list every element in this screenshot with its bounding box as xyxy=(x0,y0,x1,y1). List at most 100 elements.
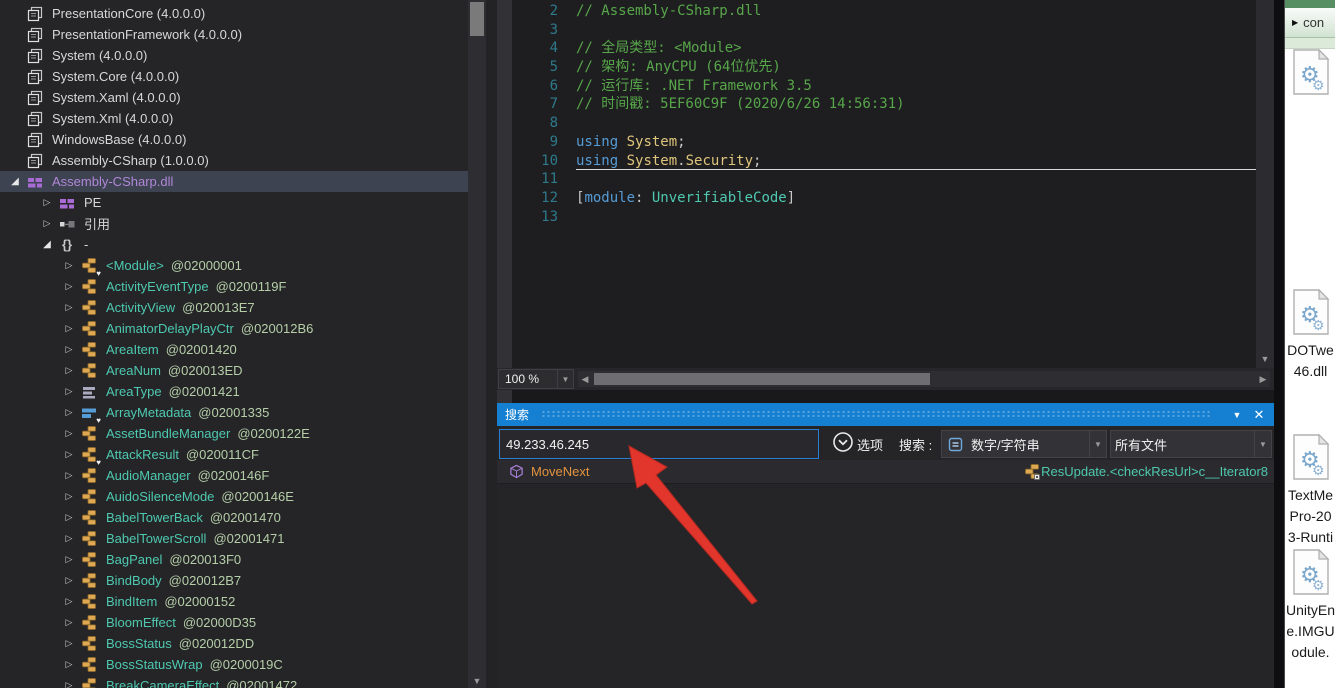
scroll-down-icon[interactable]: ▼ xyxy=(468,676,486,686)
twisty-icon[interactable]: ▷ xyxy=(58,344,80,355)
code-horizontal-scrollbar[interactable]: ◀ ▶ xyxy=(578,371,1270,387)
tree-row[interactable]: System.Xaml (4.0.0.0) xyxy=(0,87,468,108)
enum-icon xyxy=(80,384,98,400)
scrollbar-thumb[interactable] xyxy=(594,373,930,385)
tree-item-address: @0200122E xyxy=(237,426,309,441)
tree-row[interactable]: ▷ BagPanel @020013F0 xyxy=(0,549,468,570)
tree-row[interactable]: PresentationCore (4.0.0.0) xyxy=(0,3,468,24)
close-icon[interactable]: ✕ xyxy=(1248,407,1270,423)
tree-row[interactable]: ▷ BreakCameraEffect @02001472 xyxy=(0,675,468,688)
tree-row[interactable]: ▷ ActivityView @020013E7 xyxy=(0,297,468,318)
tree-item-address: @02001335 xyxy=(198,405,269,420)
twisty-icon[interactable]: ▷ xyxy=(58,407,80,418)
tree-row[interactable]: System (4.0.0.0) xyxy=(0,45,468,66)
twisty-icon[interactable]: ▷ xyxy=(58,428,80,439)
tree-row[interactable]: ▷ BindBody @020012B7 xyxy=(0,570,468,591)
twisty-icon[interactable]: ▷ xyxy=(58,554,80,565)
scroll-right-icon[interactable]: ▶ xyxy=(1256,371,1270,387)
tree-row[interactable]: PresentationFramework (4.0.0.0) xyxy=(0,24,468,45)
tree-row[interactable]: ▷ ♥ <Module> @02000001 xyxy=(0,255,468,276)
zoom-level-dropdown[interactable]: 100 % ▼ xyxy=(498,369,574,389)
tree-item-address: @020011CF xyxy=(186,447,259,462)
chevron-down-icon[interactable]: ▼ xyxy=(557,370,573,388)
tree-row[interactable]: ▷ 引用 xyxy=(0,213,468,234)
window-position-icon[interactable]: ▼ xyxy=(1226,410,1248,420)
tree-row[interactable]: ▷ AreaItem @02001420 xyxy=(0,339,468,360)
assembly-icon xyxy=(26,111,44,127)
code-vertical-scrollbar[interactable]: ▼ xyxy=(1256,0,1274,368)
twisty-icon[interactable]: ▷ xyxy=(58,596,80,607)
tree-row[interactable]: ▷ AreaNum @020013ED xyxy=(0,360,468,381)
tree-row[interactable]: ▷ ♥ AttackResult @020011CF xyxy=(0,444,468,465)
tree-row[interactable]: ▷ AreaType @02001421 xyxy=(0,381,468,402)
file-item[interactable]: ⚙⚙ UnityEne.IMGUodule. xyxy=(1285,549,1335,663)
twisty-icon[interactable]: ▷ xyxy=(36,218,58,229)
twisty-icon[interactable]: ▷ xyxy=(58,617,80,628)
file-filter-dropdown[interactable]: 所有文件 ▼ xyxy=(1110,430,1272,458)
twisty-icon[interactable]: ▷ xyxy=(58,281,80,292)
tree-row[interactable]: ▷ BindItem @02000152 xyxy=(0,591,468,612)
tree-row[interactable]: ▷ BloomEffect @02000D35 xyxy=(0,612,468,633)
tree-row[interactable]: ▷ BabelTowerBack @02001470 xyxy=(0,507,468,528)
tree-row[interactable]: System.Core (4.0.0.0) xyxy=(0,66,468,87)
twisty-icon[interactable]: ◢ xyxy=(4,176,26,187)
twisty-icon[interactable]: ▷ xyxy=(58,449,80,460)
twisty-icon[interactable]: ▷ xyxy=(36,197,58,208)
twisty-icon[interactable]: ▷ xyxy=(58,659,80,670)
twisty-icon[interactable]: ▷ xyxy=(58,491,80,502)
tree-row[interactable]: WindowsBase (4.0.0.0) xyxy=(0,129,468,150)
code-line: 3 xyxy=(512,21,1256,40)
tree-row[interactable]: ▷ AnimatorDelayPlayCtr @020012B6 xyxy=(0,318,468,339)
chevron-down-icon[interactable]: ▼ xyxy=(1089,431,1106,457)
twisty-icon[interactable]: ▷ xyxy=(58,365,80,376)
tree-row[interactable]: ◢ Assembly-CSharp.dll xyxy=(0,171,468,192)
assembly-icon xyxy=(26,27,44,43)
tree-row[interactable]: ▷ ActivityEventType @0200119F xyxy=(0,276,468,297)
tree-row[interactable]: ▷ BossStatus @020012DD xyxy=(0,633,468,654)
tree-row[interactable]: ▷ AuidoSilenceMode @0200146E xyxy=(0,486,468,507)
search-result-row[interactable]: MoveNext ResUpdate.<checkResUrl>c__Itera… xyxy=(497,460,1274,484)
method-icon xyxy=(507,464,525,480)
tree-row[interactable]: ▷ AudioManager @0200146F xyxy=(0,465,468,486)
tree-row[interactable]: ◢ {} - xyxy=(0,234,468,255)
scrollbar-thumb[interactable] xyxy=(470,2,484,36)
line-number: 9 xyxy=(512,133,558,152)
twisty-icon[interactable]: ▷ xyxy=(58,323,80,334)
result-member-name: MoveNext xyxy=(531,464,590,479)
class-icon xyxy=(80,489,98,505)
twisty-icon[interactable]: ▷ xyxy=(58,680,80,688)
twisty-icon[interactable]: ▷ xyxy=(58,302,80,313)
twisty-icon[interactable]: ▷ xyxy=(58,638,80,649)
tree-vertical-scrollbar[interactable]: ▼ xyxy=(468,0,486,688)
file-item[interactable]: ⚙⚙ DOTwe46.dll xyxy=(1285,289,1335,382)
twisty-icon[interactable]: ▷ xyxy=(58,575,80,586)
options-expander-icon[interactable] xyxy=(832,431,854,453)
twisty-icon[interactable]: ◢ xyxy=(36,239,58,250)
class-icon xyxy=(80,321,98,337)
tree-row[interactable]: System.Xml (4.0.0.0) xyxy=(0,108,468,129)
explorer-nav-bar[interactable]: ▶ con xyxy=(1285,8,1335,38)
tree-item-address: @02000152 xyxy=(164,594,235,609)
header-grip-texture xyxy=(541,410,1212,419)
code-bottom-bar: 100 % ▼ ◀ ▶ xyxy=(497,368,1274,390)
twisty-icon[interactable]: ▷ xyxy=(58,470,80,481)
chevron-down-icon[interactable]: ▼ xyxy=(1254,431,1271,457)
tree-row[interactable]: ▷ PE xyxy=(0,192,468,213)
twisty-icon[interactable]: ▷ xyxy=(58,260,80,271)
twisty-icon[interactable]: ▷ xyxy=(58,512,80,523)
tree-row[interactable]: ▷ BabelTowerScroll @02001471 xyxy=(0,528,468,549)
tree-item-label: BagPanel xyxy=(106,552,162,567)
tree-row[interactable]: ▷ ♥ ArrayMetadata @02001335 xyxy=(0,402,468,423)
tree-row[interactable]: ▷ BossStatusWrap @0200019C xyxy=(0,654,468,675)
code-view[interactable]: 2 // Assembly-CSharp.dll 3 4 // 全局类型: <M… xyxy=(512,0,1256,368)
twisty-icon[interactable]: ▷ xyxy=(58,533,80,544)
scroll-down-icon[interactable]: ▼ xyxy=(1256,354,1274,364)
scroll-left-icon[interactable]: ◀ xyxy=(578,371,592,387)
file-item[interactable]: ⚙⚙ xyxy=(1285,49,1335,100)
search-type-dropdown[interactable]: 数字/字符串 ▼ xyxy=(941,430,1107,458)
search-input[interactable] xyxy=(499,429,819,459)
tree-row[interactable]: ▷ AssetBundleManager @0200122E xyxy=(0,423,468,444)
twisty-icon[interactable]: ▷ xyxy=(58,386,80,397)
tree-row[interactable]: Assembly-CSharp (1.0.0.0) xyxy=(0,150,468,171)
window-gap xyxy=(1274,0,1284,688)
